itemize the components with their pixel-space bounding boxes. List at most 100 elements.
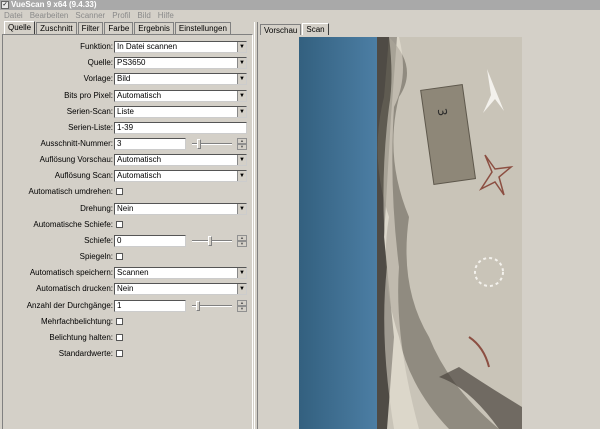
row-aufl-scan: Auflösung Scan: Automatisch ▼ xyxy=(3,170,253,182)
row-funktion: Funktion: In Datei scannen ▼ xyxy=(3,41,253,53)
ausschnitt-slider[interactable] xyxy=(192,139,232,149)
tab-quelle[interactable]: Quelle xyxy=(4,21,36,34)
durchgaenge-label: Anzahl der Durchgänge: xyxy=(26,301,113,310)
tab-filter[interactable]: Filter xyxy=(77,22,104,34)
chevron-down-icon: ▼ xyxy=(237,204,246,214)
menu-datei[interactable]: Datei xyxy=(4,11,23,20)
view-tabs: Vorschau Scan xyxy=(260,23,330,36)
row-vorlage: Vorlage: Bild ▼ xyxy=(3,73,253,85)
app-icon: ✓ xyxy=(1,1,9,9)
row-auto-drucken: Automatisch drucken: Nein ▼ xyxy=(3,283,253,295)
ausschnitt-stepper[interactable]: ▲ ▼ xyxy=(237,138,247,150)
menu-bild[interactable]: Bild xyxy=(137,11,150,20)
chevron-down-icon: ▼ xyxy=(237,42,246,52)
mehrfach-checkbox[interactable] xyxy=(116,318,123,325)
funktion-label: Funktion: xyxy=(80,42,113,51)
chevron-down-icon: ▼ xyxy=(237,284,246,294)
durchgaenge-slider-thumb[interactable] xyxy=(195,301,200,311)
aufl-scan-select[interactable]: Automatisch ▼ xyxy=(114,170,247,182)
chevron-down-icon: ▼ xyxy=(237,155,246,165)
quelle-select[interactable]: PS3650 ▼ xyxy=(114,57,247,69)
aufl-vorschau-label: Auflösung Vorschau: xyxy=(39,155,113,164)
window-title: VueScan 9 x64 (9.4.33) xyxy=(11,0,97,9)
chevron-down-icon: ▼ xyxy=(237,74,246,84)
drehung-select[interactable]: Nein ▼ xyxy=(114,203,247,215)
standard-checkbox[interactable] xyxy=(116,350,123,357)
row-mehrfach: Mehrfachbelichtung: xyxy=(3,316,253,328)
schiefe-stepper[interactable]: ▲ ▼ xyxy=(237,235,247,247)
auto-speichern-label: Automatisch speichern: xyxy=(29,268,113,277)
row-standard: Standardwerte: xyxy=(3,348,253,360)
auto-umdrehen-label: Automatisch umdrehen: xyxy=(28,187,114,196)
aufl-scan-value: Automatisch xyxy=(117,171,162,180)
menu-bar: Datei Bearbeiten Scanner Profil Bild Hil… xyxy=(0,10,600,21)
schiefe-slider-thumb[interactable] xyxy=(208,236,213,246)
row-aufl-vorschau: Auflösung Vorschau: Automatisch ▼ xyxy=(3,154,253,166)
auto-speichern-select[interactable]: Scannen ▼ xyxy=(114,267,247,279)
bits-select[interactable]: Automatisch ▼ xyxy=(114,90,247,102)
ausschnitt-label: Ausschnitt-Nummer: xyxy=(40,139,113,148)
schiefe-slider[interactable] xyxy=(192,236,232,246)
auto-schiefe-label: Automatische Schiefe: xyxy=(33,220,113,229)
auto-drucken-select[interactable]: Nein ▼ xyxy=(114,283,247,295)
quelle-label: Quelle: xyxy=(87,58,113,67)
aufl-scan-label: Auflösung Scan: xyxy=(54,171,113,180)
title-bar: ✓ VueScan 9 x64 (9.4.33) xyxy=(0,0,600,10)
aufl-vorschau-value: Automatisch xyxy=(117,155,162,164)
schiefe-label: Schiefe: xyxy=(84,236,113,245)
belichtung-checkbox[interactable] xyxy=(116,334,123,341)
funktion-select[interactable]: In Datei scannen ▼ xyxy=(114,41,247,53)
spiegeln-checkbox[interactable] xyxy=(116,253,123,260)
vorlage-label: Vorlage: xyxy=(83,74,113,83)
drehung-label: Drehung: xyxy=(80,204,113,213)
menu-profil[interactable]: Profil xyxy=(112,11,130,20)
durchgaenge-input[interactable]: 1 xyxy=(114,300,186,312)
vorlage-value: Bild xyxy=(117,74,131,83)
drehung-value: Nein xyxy=(117,204,134,213)
menu-hilfe[interactable]: Hilfe xyxy=(158,11,174,20)
down-arrow-icon[interactable]: ▼ xyxy=(237,241,247,247)
row-ausschnitt: Ausschnitt-Nummer: 3 ▲ ▼ xyxy=(3,138,253,150)
chevron-down-icon: ▼ xyxy=(237,107,246,117)
row-spiegeln: Spiegeln: xyxy=(3,251,253,263)
tab-ergebnis[interactable]: Ergebnis xyxy=(134,22,174,34)
row-auto-umdrehen: Automatisch umdrehen: xyxy=(3,186,253,198)
row-bits: Bits pro Pixel: Automatisch ▼ xyxy=(3,90,253,102)
ausschnitt-input[interactable]: 3 xyxy=(114,138,186,150)
funktion-value: In Datei scannen xyxy=(117,42,178,51)
row-belichtung: Belichtung halten: xyxy=(3,332,253,344)
chevron-down-icon: ▼ xyxy=(237,91,246,101)
ausschnitt-slider-thumb[interactable] xyxy=(197,139,202,149)
bits-value: Automatisch xyxy=(117,91,162,100)
tab-zuschnitt[interactable]: Zuschnitt xyxy=(36,22,77,34)
auto-drucken-value: Nein xyxy=(117,284,134,293)
scan-preview-image[interactable]: 3 xyxy=(299,37,522,429)
vorlage-select[interactable]: Bild ▼ xyxy=(114,73,247,85)
auto-speichern-value: Scannen xyxy=(117,268,149,277)
durchgaenge-slider[interactable] xyxy=(192,301,232,311)
down-arrow-icon[interactable]: ▼ xyxy=(237,306,247,312)
serien-scan-select[interactable]: Liste ▼ xyxy=(114,106,247,118)
serien-scan-label: Serien-Scan: xyxy=(66,107,113,116)
durchgaenge-stepper[interactable]: ▲ ▼ xyxy=(237,300,247,312)
aufl-vorschau-select[interactable]: Automatisch ▼ xyxy=(114,154,247,166)
quelle-value: PS3650 xyxy=(117,58,146,67)
menu-scanner[interactable]: Scanner xyxy=(75,11,105,20)
auto-schiefe-checkbox[interactable] xyxy=(116,221,123,228)
menu-bearbeiten[interactable]: Bearbeiten xyxy=(30,11,69,20)
schiefe-input[interactable]: 0 xyxy=(114,235,186,247)
settings-tabs: Quelle Zuschnitt Filter Farbe Ergebnis E… xyxy=(4,21,232,34)
row-auto-schiefe: Automatische Schiefe: xyxy=(3,219,253,231)
down-arrow-icon[interactable]: ▼ xyxy=(237,144,247,150)
row-drehung: Drehung: Nein ▼ xyxy=(3,203,253,215)
row-quelle: Quelle: PS3650 ▼ xyxy=(3,57,253,69)
scan-view: 3 xyxy=(258,35,600,429)
tab-einstellungen[interactable]: Einstellungen xyxy=(174,22,231,34)
serien-liste-label: Serien-Liste: xyxy=(68,123,113,132)
chevron-down-icon: ▼ xyxy=(237,268,246,278)
serien-scan-value: Liste xyxy=(117,107,134,116)
tab-farbe[interactable]: Farbe xyxy=(104,22,134,34)
auto-umdrehen-checkbox[interactable] xyxy=(116,188,123,195)
row-auto-speichern: Automatisch speichern: Scannen ▼ xyxy=(3,267,253,279)
serien-liste-input[interactable]: 1-39 xyxy=(114,122,247,134)
